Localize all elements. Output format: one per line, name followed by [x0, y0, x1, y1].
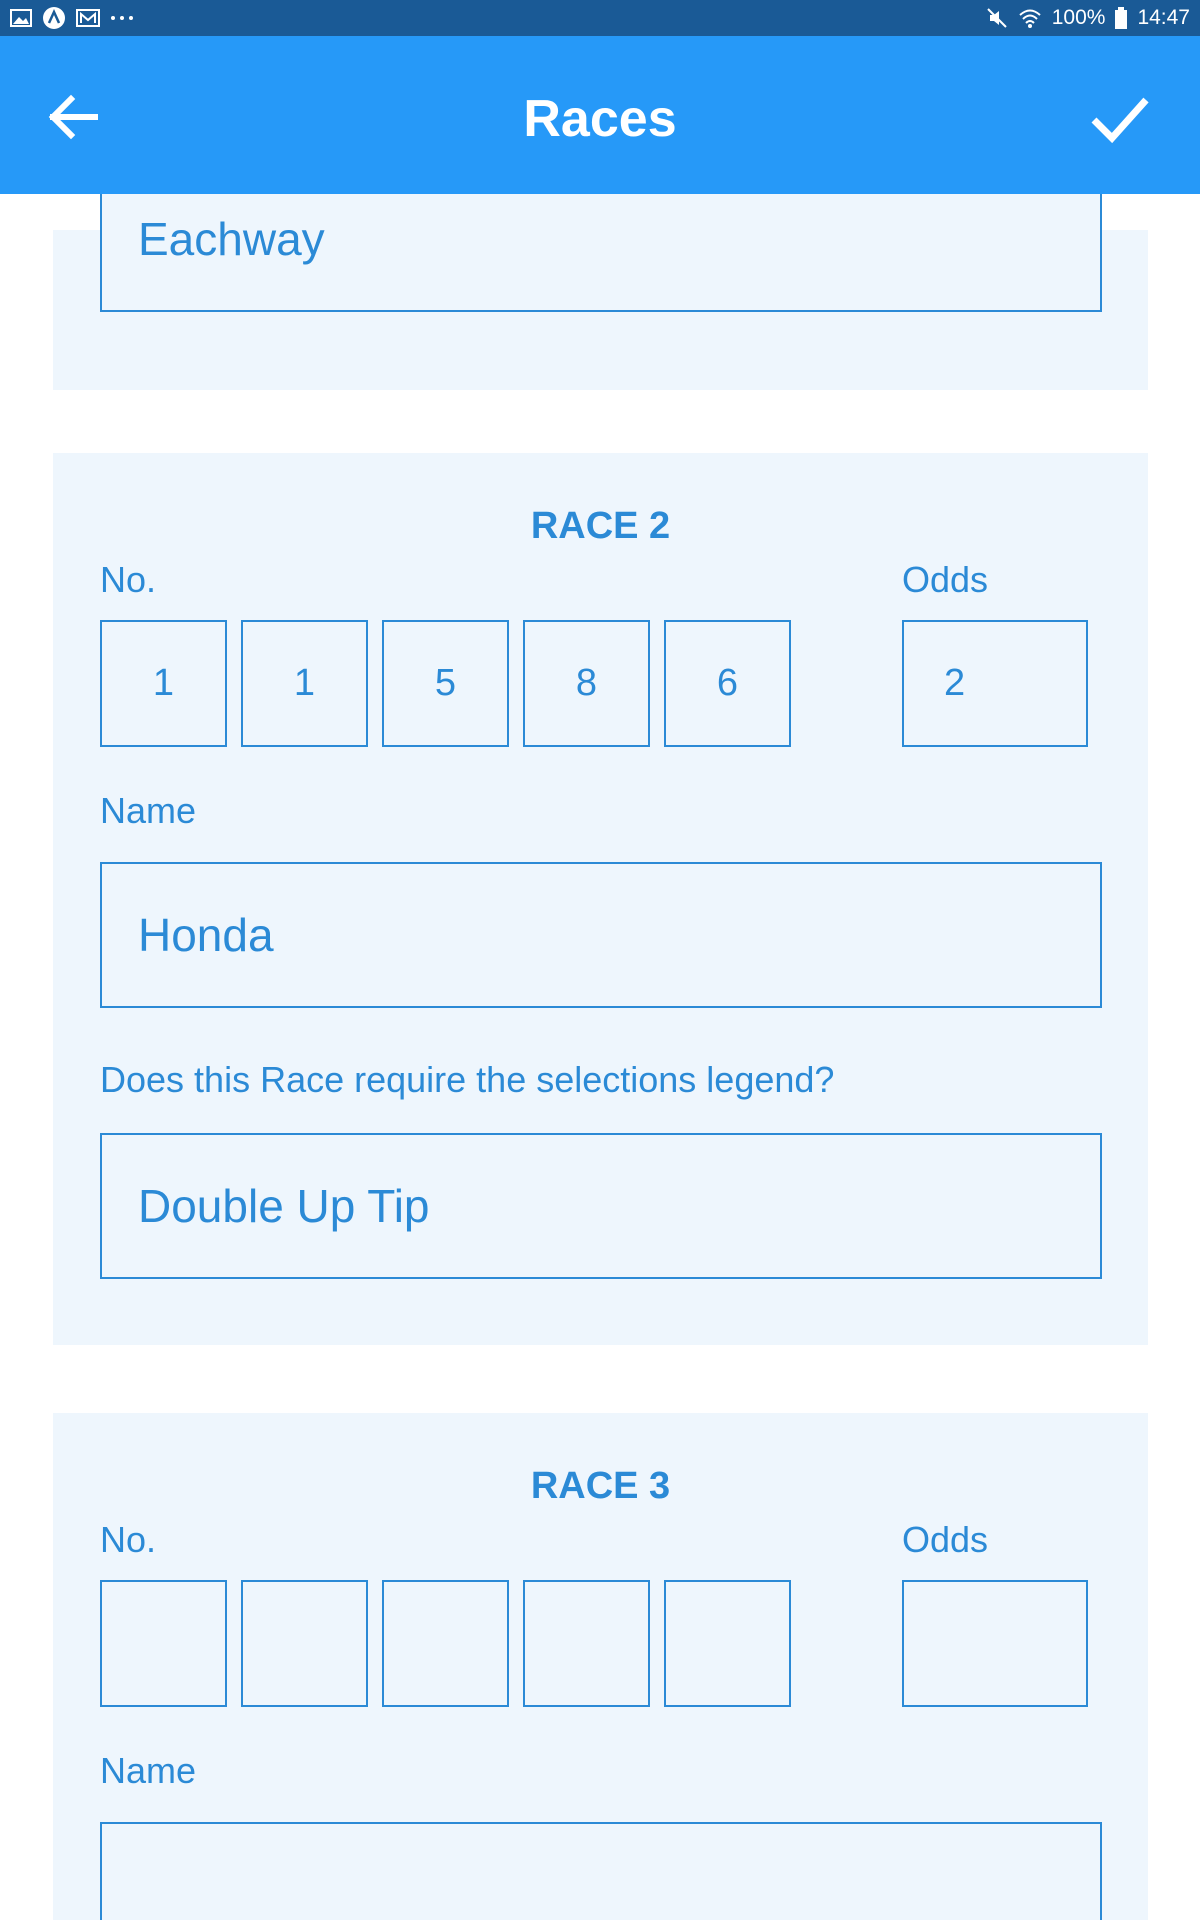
race-title: RACE 2 [530, 505, 671, 547]
app-bar: Races [0, 36, 1200, 194]
no-label: No. [100, 1519, 157, 1560]
race-title: RACE 3 [530, 1465, 671, 1507]
runner-digit-1[interactable] [100, 1580, 227, 1707]
wifi-icon [1018, 8, 1042, 28]
name-value: Honda [138, 909, 274, 961]
app-icon [42, 6, 66, 30]
check-icon [1088, 86, 1152, 155]
race-card-3: RACE 3 No. Odds Name [53, 1413, 1148, 1920]
legend-select[interactable]: Double Up Tip [100, 1133, 1102, 1279]
name-label: Name [100, 1750, 197, 1791]
status-bar: 100% 14:47 [0, 0, 1200, 36]
odds-input[interactable]: 2 [902, 620, 1088, 747]
mail-icon [76, 8, 100, 28]
eachway-select[interactable]: Eachway [100, 194, 1102, 312]
runner-digit-4[interactable] [523, 1580, 650, 1707]
runner-digit-1[interactable]: 1 [100, 620, 227, 747]
name-input[interactable]: Honda [100, 862, 1102, 1008]
gallery-icon [10, 8, 32, 28]
status-left [10, 6, 134, 30]
runner-digit-5[interactable] [664, 1580, 791, 1707]
runner-digit-5[interactable]: 6 [664, 620, 791, 747]
status-right: 100% 14:47 [986, 6, 1190, 30]
battery-percent: 100% [1051, 6, 1106, 29]
mute-icon [986, 7, 1008, 29]
legend-question: Does this Race require the selections le… [100, 1059, 835, 1100]
odds-input[interactable] [902, 1580, 1088, 1707]
odds-label: Odds [902, 559, 989, 600]
odds-label: Odds [902, 1519, 989, 1560]
eachway-value: Eachway [138, 213, 325, 265]
runner-digit-2[interactable] [241, 1580, 368, 1707]
runner-digit-2[interactable]: 1 [241, 620, 368, 747]
confirm-button[interactable] [1084, 84, 1156, 156]
more-icon [110, 14, 134, 22]
runner-digit-3[interactable]: 5 [382, 620, 509, 747]
race-card-2: RACE 2 No. Odds 1 1 5 8 6 2 Name Honda D… [53, 453, 1148, 1345]
battery-icon [1115, 7, 1128, 29]
runner-digit-3[interactable] [382, 1580, 509, 1707]
page-title: Races [523, 90, 677, 148]
name-input[interactable] [100, 1822, 1102, 1920]
no-label: No. [100, 559, 157, 600]
legend-value: Double Up Tip [138, 1180, 430, 1232]
race-card-previous: Eachway [53, 194, 1148, 390]
race-list[interactable]: Eachway RACE 2 No. Odds 1 1 5 8 6 2 Name… [0, 194, 1200, 1920]
runner-digit-4[interactable]: 8 [523, 620, 650, 747]
clock: 14:47 [1137, 6, 1190, 29]
name-label: Name [100, 790, 197, 831]
